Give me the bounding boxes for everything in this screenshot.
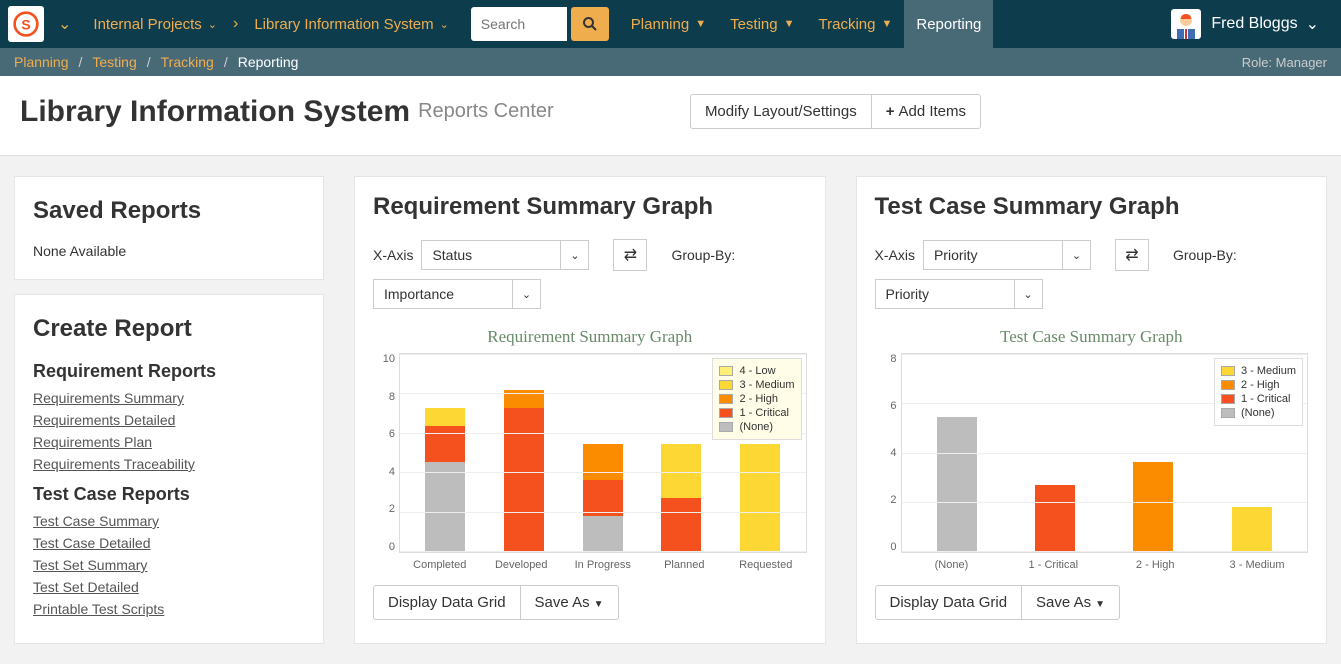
link-requirements-plan[interactable]: Requirements Plan [33,434,305,450]
section-testcase-reports: Test Case Reports [33,484,305,505]
link-requirements-summary[interactable]: Requirements Summary [33,390,305,406]
workspace-dropdown[interactable]: Internal Projects ⌄ [81,0,229,48]
link-testcase-detailed[interactable]: Test Case Detailed [33,535,305,551]
plus-icon: + [886,103,895,120]
breadcrumb: Planning/ Testing/ Tracking/ Reporting R… [0,48,1341,76]
bar [740,444,780,552]
chevron-down-icon: ⌄ [561,240,589,270]
link-requirements-detailed[interactable]: Requirements Detailed [33,412,305,428]
crumb-current: Reporting [238,54,299,70]
nav-reporting[interactable]: Reporting [904,0,993,48]
svg-text:S: S [21,16,30,32]
content-area: Requirement Summary Graph X-Axis Status … [354,176,1327,644]
graph1-xaxis-label: X-Axis [373,247,413,263]
link-testcase-summary[interactable]: Test Case Summary [33,513,305,529]
graph1-xaxis-select[interactable]: Status ⌄ [421,240,589,270]
create-report-title: Create Report [33,315,305,343]
graph1-groupby-label: Group-By: [671,247,735,263]
nav-tracking[interactable]: Tracking▼ [807,0,905,48]
crumb-testing[interactable]: Testing [92,54,136,70]
graph2-display-grid-button[interactable]: Display Data Grid [875,585,1023,620]
create-report-card: Create Report Requirement Reports Requir… [14,294,324,644]
swap-icon: ⇄ [624,245,637,265]
graph2-chart-title: Test Case Summary Graph [875,327,1309,347]
role-label: Role: Manager [1242,55,1327,70]
modify-layout-button[interactable]: Modify Layout/Settings [690,94,872,129]
avatar [1171,9,1201,39]
bar [1035,485,1075,553]
graph2-xaxis-select[interactable]: Priority ⌄ [923,240,1091,270]
caret-down-icon: ▼ [1095,599,1105,610]
workspace-menu-icon[interactable]: ⌄ [48,14,81,34]
nav-planning[interactable]: Planning▼ [619,0,718,48]
search-icon [582,16,598,32]
search-button[interactable] [571,7,609,41]
saved-reports-title: Saved Reports [33,197,305,225]
graph2-title: Test Case Summary Graph [875,193,1309,221]
caret-down-icon: ▼ [594,599,604,610]
graph1-chart-title: Requirement Summary Graph [373,327,807,347]
link-testset-detailed[interactable]: Test Set Detailed [33,579,305,595]
page-header: Library Information System Reports Cente… [0,76,1341,156]
workspace-label: Internal Projects [93,16,201,33]
crumb-tracking[interactable]: Tracking [161,54,214,70]
graph1-display-grid-button[interactable]: Display Data Grid [373,585,521,620]
caret-down-icon: ▼ [784,18,795,30]
app-logo[interactable]: S [8,6,44,42]
section-requirement-reports: Requirement Reports [33,361,305,382]
bar [504,390,544,552]
breadcrumb-chevron-icon: › [229,15,242,33]
chevron-down-icon: ⌄ [513,279,541,309]
chevron-down-icon: ⌄ [440,18,449,31]
graph1-groupby-select[interactable]: Importance ⌄ [373,279,541,309]
search-group [471,7,609,41]
chevron-down-icon: ⌄ [208,18,217,31]
chevron-down-icon: ⌄ [1015,279,1043,309]
saved-reports-card: Saved Reports None Available [14,176,324,280]
user-menu[interactable]: Fred Bloggs ⌄ [1157,9,1333,39]
project-dropdown[interactable]: Library Information System ⌄ [242,0,460,48]
search-input[interactable] [471,7,567,41]
saved-reports-none: None Available [33,243,305,259]
graph2-xaxis-label: X-Axis [875,247,915,263]
add-items-button[interactable]: +Add Items [872,94,981,129]
swap-icon: ⇄ [1125,245,1138,265]
bar [937,417,977,552]
bar [583,444,623,552]
sidebar: Saved Reports None Available Create Repo… [14,176,324,644]
bar [1133,462,1173,552]
caret-down-icon: ▼ [695,18,706,30]
graph2-chart: Test Case Summary Graph 86420 3 - Medium… [875,327,1309,571]
bar [1232,507,1272,552]
nav-testing[interactable]: Testing▼ [718,0,806,48]
graph2-saveas-button[interactable]: Save As▼ [1022,585,1120,620]
crumb-planning[interactable]: Planning [14,54,69,70]
page-title: Library Information System [20,95,410,129]
testcase-summary-card: Test Case Summary Graph X-Axis Priority … [856,176,1328,644]
requirement-summary-card: Requirement Summary Graph X-Axis Status … [354,176,826,644]
swap-axes-button[interactable]: ⇄ [613,239,647,271]
graph1-title: Requirement Summary Graph [373,193,807,221]
link-requirements-traceability[interactable]: Requirements Traceability [33,456,305,472]
link-printable-test-scripts[interactable]: Printable Test Scripts [33,601,305,617]
top-nav: S ⌄ Internal Projects ⌄ › Library Informa… [0,0,1341,48]
graph2-legend: 3 - Medium2 - High1 - Critical(None) [1214,358,1303,426]
main-area: Saved Reports None Available Create Repo… [0,156,1341,664]
graph1-chart: Requirement Summary Graph 1086420 4 - Lo… [373,327,807,571]
graph1-saveas-button[interactable]: Save As▼ [521,585,619,620]
link-testset-summary[interactable]: Test Set Summary [33,557,305,573]
caret-down-icon: ▼ [881,18,892,30]
graph2-groupby-label: Group-By: [1173,247,1237,263]
graph1-legend: 4 - Low3 - Medium2 - High1 - Critical(No… [712,358,801,440]
project-label: Library Information System [254,16,433,33]
user-name: Fred Bloggs [1211,15,1297,33]
graph2-groupby-select[interactable]: Priority ⌄ [875,279,1043,309]
bar [425,408,465,552]
swap-axes-button[interactable]: ⇄ [1115,239,1149,271]
page-subtitle: Reports Center [418,100,554,123]
chevron-down-icon: ⌄ [1063,240,1091,270]
chevron-down-icon: ⌄ [1306,14,1319,34]
bar [661,444,701,552]
